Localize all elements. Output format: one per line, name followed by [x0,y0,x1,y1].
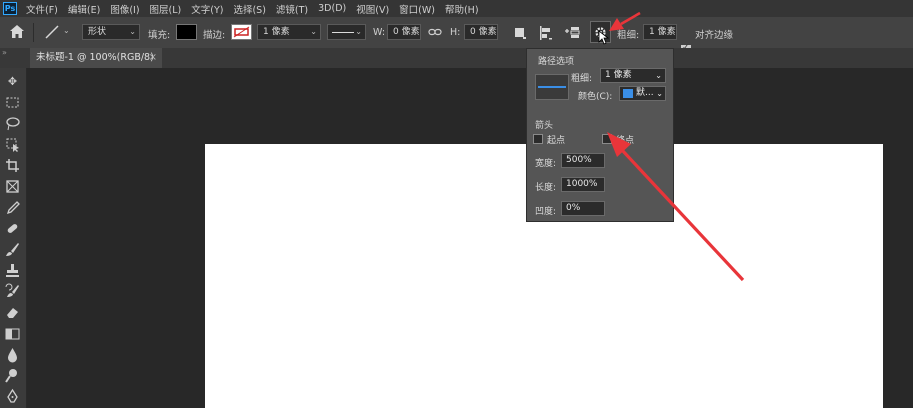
menu-filter[interactable]: 滤镜(T) [271,2,313,16]
popup-color-value: 默... [636,88,654,98]
popup-color-dropdown[interactable]: 默... ⌄ [619,86,666,101]
popup-weight-label: 粗细: [571,74,593,84]
start-arrow-label: 起点 [547,136,566,146]
weight-label: 粗细: [617,30,640,41]
photoshop-logo[interactable]: Ps [3,2,17,15]
color-swatch [623,89,633,98]
menu-select[interactable]: 选择(S) [228,2,270,16]
menu-file[interactable]: 文件(F) [21,2,63,16]
clone-stamp-tool-icon[interactable] [4,262,21,279]
path-options-popup: 路径选项 粗细: 1 像素 ⌄ 颜色(C): 默... ⌄ 箭头 起点 终点 宽… [526,48,674,222]
mouse-cursor-icon [598,30,609,45]
weight-input[interactable]: 1 像素 [643,24,677,40]
close-icon[interactable]: × [149,48,157,68]
menu-view[interactable]: 视图(V) [351,2,394,16]
lasso-tool-icon[interactable] [4,115,21,132]
document-tab[interactable]: 未标题-1 @ 100%(RGB/8) × [30,48,162,68]
width-input[interactable]: 0 像素 [387,24,421,40]
brush-tool-icon[interactable] [4,241,21,258]
popup-weight-dropdown[interactable]: 1 像素 ⌄ [600,68,666,83]
home-icon[interactable] [9,24,25,39]
chevron-down-icon: ⌄ [355,27,362,36]
arrowheads-label: 箭头 [535,121,554,131]
stroke-preview-line [538,86,566,88]
dodge-tool-icon[interactable] [4,367,21,384]
arrow-concavity-input[interactable]: 0% [561,201,605,216]
arrow-width-input[interactable]: 500% [561,153,605,168]
stroke-label: 描边: [203,30,226,41]
stroke-swatch[interactable] [231,24,252,40]
blur-tool-icon[interactable] [4,346,21,363]
history-brush-tool-icon[interactable] [4,283,21,300]
end-arrow-label: 终点 [616,136,635,146]
stroke-width-dropdown[interactable]: 1 像素 ⌄ [257,24,321,40]
arrow-width-label: 宽度: [535,159,557,169]
separator [33,23,34,42]
mode-dropdown[interactable]: 形状 ⌄ [82,24,140,40]
arrow-length-label: 长度: [535,183,557,193]
chevron-down-icon: ⌄ [310,27,317,36]
mode-value: 形状 [88,27,107,37]
menu-layer[interactable]: 图层(L) [145,2,187,16]
stroke-type-dropdown[interactable]: ⌄ [327,24,366,40]
menu-type[interactable]: 文字(Y) [186,2,228,16]
tools-panel: ✥ [0,68,27,408]
gradient-tool-icon[interactable] [4,325,21,342]
popup-weight-value: 1 像素 [605,70,632,80]
start-arrow-checkbox[interactable] [533,134,543,144]
arrow-concavity-label: 凹度: [535,207,557,217]
tool-preset-chevron-icon[interactable]: ⌄ [63,26,70,35]
path-operations-icon[interactable] [513,26,527,40]
stroke-width-value: 1 像素 [263,27,290,37]
chevron-down-icon: ⌄ [129,27,136,36]
popup-title: 路径选项 [538,57,575,67]
menu-help[interactable]: 帮助(H) [440,2,484,16]
line-tool-icon[interactable] [44,24,60,40]
eyedropper-tool-icon[interactable] [4,199,21,216]
frame-tool-icon[interactable] [4,178,21,195]
marquee-tool-icon[interactable] [4,94,21,111]
crop-tool-icon[interactable] [4,157,21,174]
chevron-down-icon: ⌄ [656,89,663,98]
path-alignment-icon[interactable] [538,25,554,41]
panel-collapse-icon[interactable]: » [2,48,7,57]
fill-label: 填充: [148,30,171,41]
width-label: W: [373,27,386,38]
healing-brush-tool-icon[interactable] [4,220,21,237]
menu-edit[interactable]: 编辑(E) [63,2,105,16]
eraser-tool-icon[interactable] [4,304,21,321]
menu-window[interactable]: 窗口(W) [394,2,440,16]
document-title: 未标题-1 @ 100%(RGB/8) [36,52,154,63]
chevron-down-icon: ⌄ [655,71,662,80]
options-bar: ⌄ 形状 ⌄ 填充: 描边: 1 像素 ⌄ ⌄ W: 0 像素 H: 0 像素 [0,17,913,55]
stroke-line-preview [332,32,354,33]
move-tool-icon[interactable]: ✥ [4,73,21,90]
path-arrangement-icon[interactable] [563,24,582,41]
pen-tool-icon[interactable] [4,388,21,405]
menu-bar: Ps 文件(F) 编辑(E) 图像(I) 图层(L) 文字(Y) 选择(S) 滤… [0,0,913,17]
height-input[interactable]: 0 像素 [464,24,498,40]
object-selection-tool-icon[interactable] [4,136,21,153]
arrow-length-input[interactable]: 1000% [561,177,605,192]
fill-swatch[interactable] [176,24,197,40]
menu-3d[interactable]: 3D(D) [313,3,351,14]
align-edges-label: 对齐边缘 [695,30,734,41]
menu-image[interactable]: 图像(I) [105,2,144,16]
popup-color-label: 颜色(C): [578,92,613,102]
height-label: H: [450,27,461,38]
stroke-preview [535,74,569,100]
end-arrow-checkbox[interactable] [602,134,612,144]
link-icon[interactable] [428,27,442,37]
